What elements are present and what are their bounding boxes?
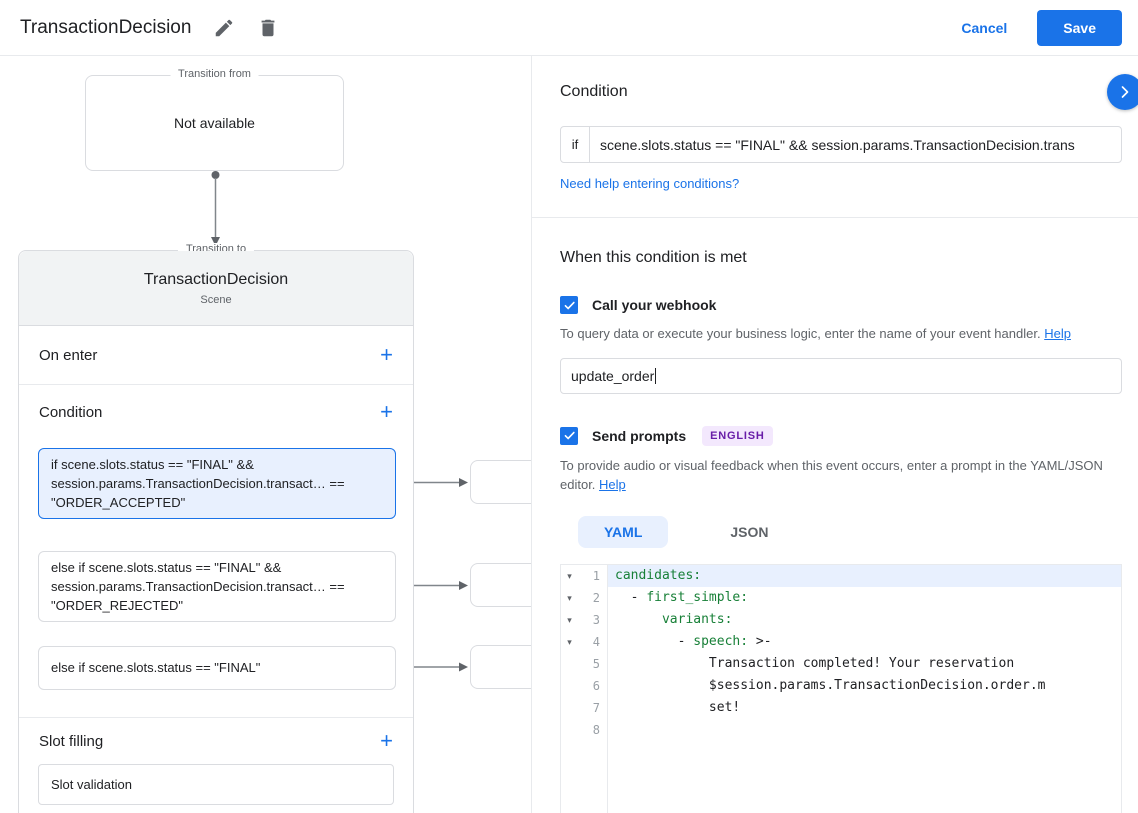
slot-validation-item[interactable]: Slot validation bbox=[38, 764, 394, 805]
language-badge: ENGLISH bbox=[702, 425, 773, 446]
panel-title: Condition bbox=[560, 83, 628, 100]
webhook-name-input[interactable]: update_order bbox=[560, 357, 1122, 394]
editor-line[interactable]: 6 $session.params.TransactionDecision.or… bbox=[561, 674, 1121, 697]
yaml-code-editor[interactable]: ▾ 1 candidates: ▾ 2 - first_simple: ▾ 3 varian… bbox=[560, 563, 1122, 813]
scene-graph-canvas: Transition from Not available Transition… bbox=[0, 56, 531, 813]
target-scene-node-1[interactable] bbox=[470, 460, 531, 504]
code-text: - speech: >- bbox=[615, 633, 772, 649]
save-button[interactable]: Save bbox=[1037, 9, 1122, 46]
send-prompts-checkbox[interactable] bbox=[560, 426, 578, 445]
if-prefix: if bbox=[561, 127, 590, 162]
line-number: 6 bbox=[578, 674, 608, 697]
condition-help-link[interactable]: Need help entering conditions? bbox=[560, 176, 739, 191]
fold-arrow-icon[interactable]: ▾ bbox=[561, 609, 578, 631]
send-prompts-label: Send prompts bbox=[592, 427, 687, 444]
line-number: 8 bbox=[578, 718, 608, 741]
delete-trash-icon[interactable] bbox=[257, 17, 279, 39]
scene-type: Scene bbox=[200, 293, 232, 306]
scene-name: TransactionDecision bbox=[143, 270, 289, 288]
editor-line[interactable]: ▾ 4 - speech: >- bbox=[561, 630, 1121, 653]
editor-line[interactable]: 8 bbox=[561, 718, 1121, 741]
editor-line[interactable]: ▾ 1 candidates: bbox=[561, 564, 1121, 587]
fold-arrow-icon[interactable]: ▾ bbox=[561, 565, 578, 587]
on-enter-label: On enter bbox=[39, 346, 98, 364]
slot-filling-label: Slot filling bbox=[39, 732, 104, 750]
webhook-checkbox[interactable] bbox=[560, 296, 578, 314]
collapse-panel-chevron-right-icon[interactable] bbox=[1107, 74, 1138, 110]
add-condition-button[interactable]: + bbox=[380, 401, 393, 423]
code-text: - first_simple: bbox=[615, 589, 749, 605]
condition-item-rejected[interactable]: else if scene.slots.status == "FINAL" &&… bbox=[38, 551, 396, 622]
code-text: set! bbox=[615, 699, 741, 715]
target-scene-node-3[interactable] bbox=[470, 645, 531, 689]
line-number: 1 bbox=[578, 564, 608, 587]
section-on-enter: On enter + bbox=[19, 326, 413, 385]
section-condition: Condition + bbox=[19, 385, 413, 439]
condition-item-accepted[interactable]: if scene.slots.status == "FINAL" && sess… bbox=[38, 448, 396, 519]
condition-label: Condition bbox=[39, 403, 103, 421]
section-slot-filling: Slot filling + bbox=[19, 717, 413, 764]
line-number: 7 bbox=[578, 696, 608, 719]
page-title: TransactionDecision bbox=[20, 16, 192, 38]
scene-header[interactable]: TransactionDecision Scene bbox=[19, 251, 413, 326]
prompts-help-link[interactable]: Help bbox=[599, 477, 626, 492]
cancel-button[interactable]: Cancel bbox=[961, 20, 1007, 36]
tab-yaml[interactable]: YAML bbox=[578, 515, 669, 548]
top-bar: TransactionDecision Cancel Save bbox=[0, 0, 1138, 56]
condition-met-title: When this condition is met bbox=[560, 249, 747, 266]
condition-expression-input[interactable]: scene.slots.status == "FINAL" && session… bbox=[590, 127, 1121, 162]
panel-divider bbox=[532, 217, 1138, 218]
add-slot-filling-button[interactable]: + bbox=[380, 730, 393, 752]
editor-line[interactable]: 5 Transaction completed! Your reservatio… bbox=[561, 652, 1121, 675]
prompt-editor-tabs: YAML JSON bbox=[560, 515, 1122, 548]
tab-json[interactable]: JSON bbox=[704, 516, 794, 548]
transition-from-label: Transition from bbox=[170, 68, 259, 80]
fold-arrow-icon[interactable]: ▾ bbox=[561, 587, 578, 609]
text-caret bbox=[655, 367, 657, 384]
code-text: $session.params.TransactionDecision.orde… bbox=[615, 677, 1046, 693]
webhook-help-link[interactable]: Help bbox=[1044, 326, 1071, 341]
transition-to-scene-card: Transition to TransactionDecision Scene … bbox=[18, 243, 414, 813]
editor-line[interactable]: ▾ 3 variants: bbox=[561, 608, 1121, 631]
line-number: 4 bbox=[578, 630, 608, 653]
add-on-enter-button[interactable]: + bbox=[380, 344, 393, 366]
line-number: 3 bbox=[578, 608, 608, 631]
line-number: 2 bbox=[578, 586, 608, 609]
line-number: 5 bbox=[578, 652, 608, 675]
condition-editor-panel: Condition if scene.slots.status == "FINA… bbox=[531, 56, 1138, 813]
condition-expression-row: if scene.slots.status == "FINAL" && sess… bbox=[560, 126, 1122, 163]
code-text: variants: bbox=[661, 611, 733, 627]
target-scene-node-2[interactable] bbox=[470, 563, 531, 607]
editor-line[interactable]: ▾ 2 - first_simple: bbox=[561, 586, 1121, 609]
webhook-label: Call your webhook bbox=[592, 297, 717, 313]
fold-arrow-icon[interactable]: ▾ bbox=[561, 631, 578, 653]
webhook-description: To query data or execute your business l… bbox=[560, 326, 1071, 341]
transition-from-value: Not available bbox=[174, 115, 255, 131]
prompts-description: To provide audio or visual feedback when… bbox=[560, 457, 1103, 493]
editor-line[interactable]: 7 set! bbox=[561, 696, 1121, 719]
code-text: Transaction completed! Your reservation bbox=[615, 655, 1015, 671]
transition-from-node: Transition from Not available bbox=[85, 68, 344, 171]
code-text: candidates: bbox=[608, 564, 1121, 587]
editor-filler bbox=[561, 740, 1121, 813]
condition-item-final[interactable]: else if scene.slots.status == "FINAL" bbox=[38, 646, 396, 690]
edit-pencil-icon[interactable] bbox=[213, 17, 235, 39]
